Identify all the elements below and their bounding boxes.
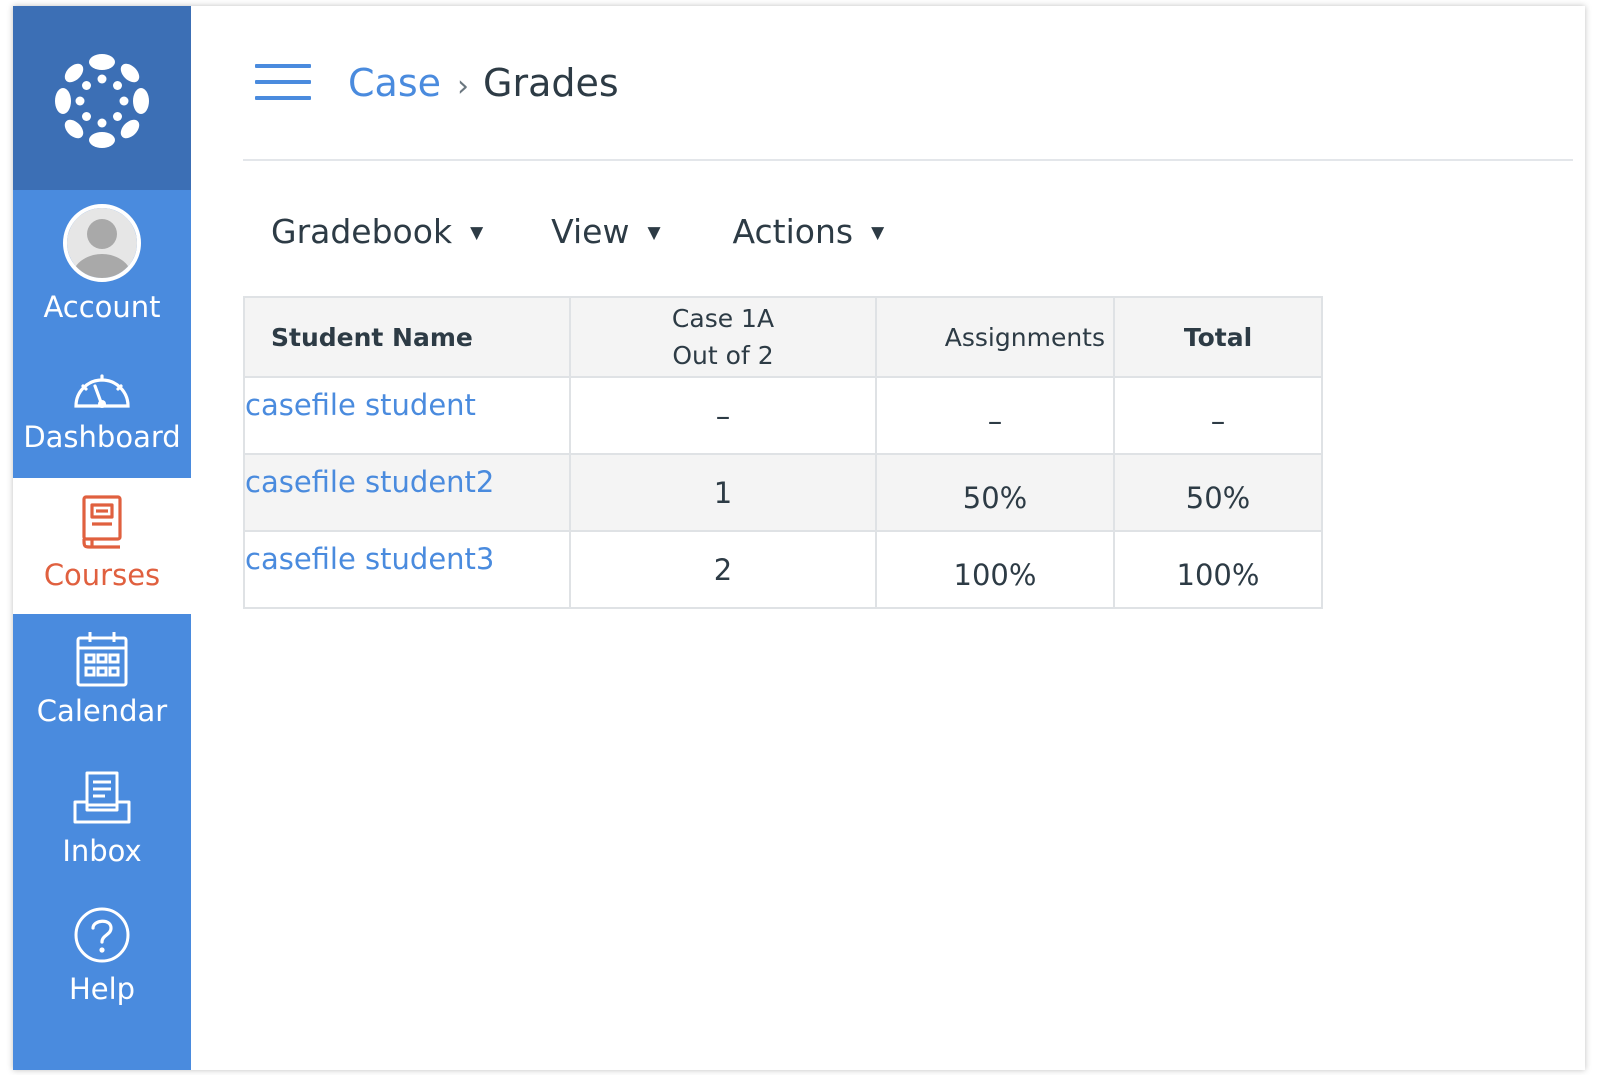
column-header-assignments[interactable]: Assignments (875, 296, 1115, 378)
student-link[interactable]: casefile student2 (245, 465, 569, 499)
assignments-cell: – (875, 376, 1115, 455)
sidebar-item-calendar[interactable]: Calendar (13, 630, 191, 750)
grade-cell[interactable]: 2 (569, 530, 877, 609)
table-row: casefile student3 2 100% 100% (243, 530, 1323, 609)
student-name-cell: casefile student (243, 376, 571, 455)
speedometer-icon (74, 374, 130, 408)
hamburger-menu-icon[interactable] (255, 64, 311, 104)
sidebar-item-inbox[interactable]: Inbox (13, 770, 191, 890)
caret-down-icon: ▼ (647, 223, 661, 243)
column-header-total[interactable]: Total (1113, 296, 1323, 378)
sidebar-item-account[interactable]: Account (13, 202, 191, 342)
app-window: Account Dashboard Courses Calendar Inbox… (13, 6, 1585, 1070)
total-cell: – (1113, 376, 1323, 455)
sidebar-item-label: Calendar (36, 694, 168, 728)
page-header: Case › Grades (243, 6, 1573, 161)
table-row: casefile student – – – (243, 376, 1323, 455)
canvas-logo[interactable] (13, 6, 191, 190)
total-cell: 100% (1113, 530, 1323, 609)
assignment-name: Case 1A (671, 304, 775, 333)
sidebar-item-dashboard[interactable]: Dashboard (13, 368, 191, 478)
gradebook-menu-button[interactable]: Gradebook ▼ (271, 212, 483, 251)
help-icon (74, 907, 130, 963)
breadcrumb: Case › Grades (348, 58, 619, 112)
breadcrumb-separator: › (457, 69, 469, 104)
student-link[interactable]: casefile student3 (245, 542, 569, 576)
global-nav-sidebar: Account Dashboard Courses Calendar Inbox… (13, 6, 191, 1070)
sidebar-item-label: Inbox (62, 834, 142, 868)
sidebar-item-courses[interactable]: Courses (13, 478, 191, 614)
grade-cell[interactable]: 1 (569, 453, 877, 532)
book-icon (82, 495, 122, 549)
view-menu-button[interactable]: View ▼ (551, 212, 660, 251)
sidebar-item-label: Dashboard (23, 420, 181, 454)
total-cell: 50% (1113, 453, 1323, 532)
gradebook-toolbar: Gradebook ▼ View ▼ Actions ▼ (271, 206, 884, 256)
actions-menu-button[interactable]: Actions ▼ (733, 212, 885, 251)
student-name-cell: casefile student2 (243, 453, 571, 532)
column-header-student-name[interactable]: Student Name (243, 296, 571, 378)
caret-down-icon: ▼ (470, 223, 484, 243)
gradebook-menu-label: Gradebook (271, 211, 453, 251)
assignments-cell: 50% (875, 453, 1115, 532)
gradebook-table: Student Name Case 1A Out of 2 Assignment… (243, 296, 1323, 609)
table-row: casefile student2 1 50% 50% (243, 453, 1323, 532)
view-menu-label: View (551, 211, 630, 251)
column-header-assignment[interactable]: Case 1A Out of 2 (569, 296, 877, 378)
table-header-row: Student Name Case 1A Out of 2 Assignment… (243, 296, 1323, 378)
sidebar-item-label: Account (43, 290, 161, 324)
breadcrumb-current-page: Grades (483, 61, 619, 105)
assignment-points: Out of 2 (672, 341, 774, 370)
inbox-icon (73, 771, 131, 824)
assignments-cell: 100% (875, 530, 1115, 609)
sidebar-item-help[interactable]: Help (13, 906, 191, 1026)
sidebar-item-label: Help (68, 972, 136, 1006)
grade-cell[interactable]: – (569, 376, 877, 455)
sidebar-item-label: Courses (43, 558, 161, 592)
breadcrumb-course-link[interactable]: Case (348, 61, 441, 105)
calendar-icon (76, 632, 128, 687)
actions-menu-label: Actions (732, 211, 854, 251)
student-link[interactable]: casefile student (245, 388, 569, 422)
caret-down-icon: ▼ (871, 223, 885, 243)
canvas-logo-icon (55, 54, 149, 148)
student-name-cell: casefile student3 (243, 530, 571, 609)
avatar-icon (63, 204, 141, 282)
